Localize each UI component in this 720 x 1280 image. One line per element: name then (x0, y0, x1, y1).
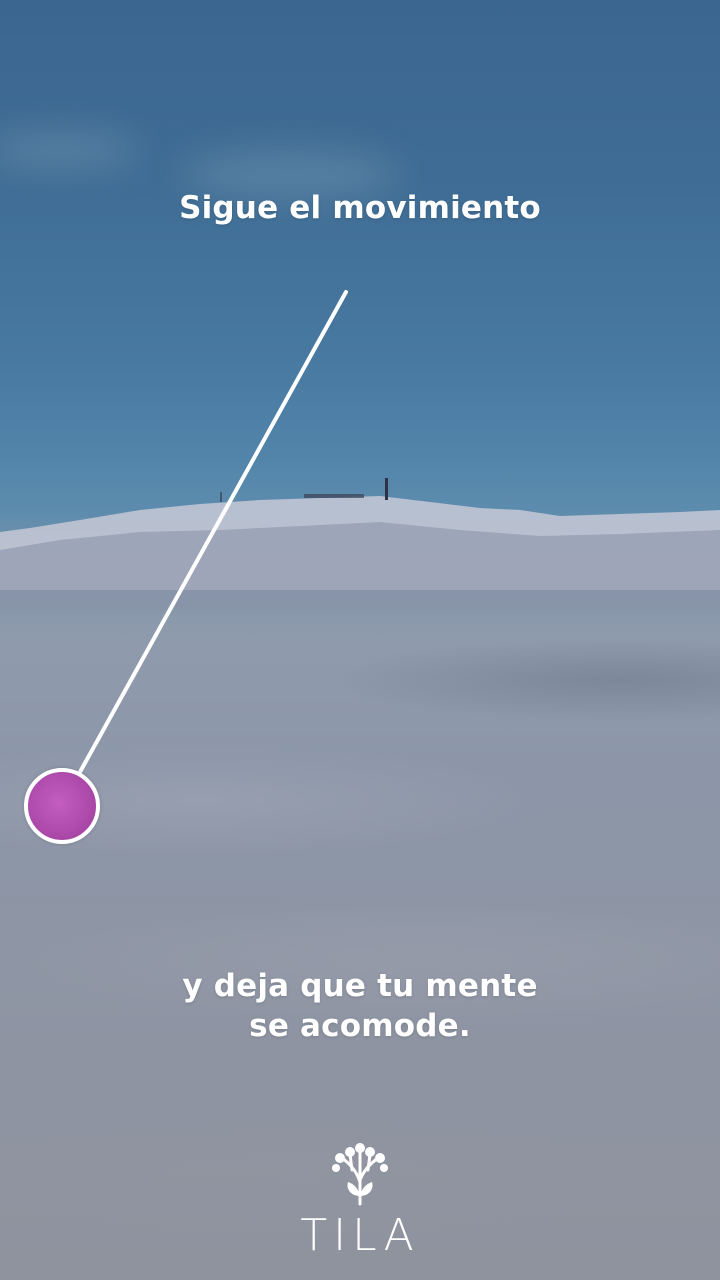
brand-name: TILA (300, 1210, 420, 1261)
instruction-subtitle: y deja que tu mente se acomode. (0, 966, 720, 1046)
tree-sprout-icon (332, 1143, 388, 1206)
sky-cloud (0, 130, 140, 170)
subtitle-line-1: y deja que tu mente (182, 968, 538, 1004)
exercise-screen: Sigue el movimiento y deja que tu mente … (0, 0, 720, 1280)
brand-logo: TILA (300, 1140, 420, 1261)
pendulum-ball (24, 768, 100, 844)
instruction-title: Sigue el movimiento (179, 190, 541, 226)
subtitle-line-2: se acomode. (249, 1008, 471, 1044)
